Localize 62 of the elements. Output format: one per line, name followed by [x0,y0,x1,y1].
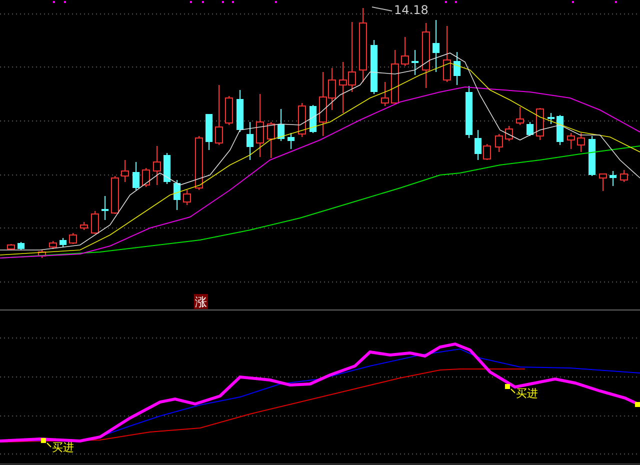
candlestick [310,104,316,134]
candlestick [111,176,119,214]
high-price-label: 14.18 [394,3,428,17]
candlestick [577,132,585,152]
candlestick [422,22,430,88]
candlestick [401,36,409,66]
candlestick [483,144,491,160]
buy-signal-label: 买进 [52,441,74,454]
candlestick [91,210,99,234]
candlestick [454,52,460,86]
candlestick [7,244,15,250]
candlestick [432,20,440,72]
candlestick [153,146,161,186]
candlestick [49,240,57,250]
candlestick [183,190,191,206]
candlestick [620,170,628,182]
candlestick [298,102,306,138]
candlestick [80,222,88,230]
candlestick [225,96,233,126]
candlestick [391,50,399,104]
candlestick [121,160,129,182]
rise-signal-label: 涨 [194,294,208,309]
candlestick [195,136,203,190]
candlestick [142,168,150,188]
candlestick [246,122,254,160]
candlestick [516,106,524,126]
candlestick [610,170,616,186]
candlestick [474,130,482,160]
candlestick [102,196,108,220]
candlestick [526,122,534,136]
candlestick [412,50,418,76]
signal-marker-icon [41,438,46,443]
candlestick [60,238,66,248]
signal-marker-icon [505,384,510,389]
candlestick [69,232,77,244]
candlestick [505,126,513,142]
candlestick [132,162,140,190]
leader-line [372,6,392,12]
candlestick [38,250,46,258]
candlestick [381,82,389,106]
candlestick [278,108,284,142]
candlestick [370,40,378,94]
signal-marker-icon [635,402,640,407]
candlestick [236,90,244,132]
candlestick [215,84,223,146]
candlestick [443,26,451,82]
candlestick [164,152,170,184]
candlestick [18,242,24,250]
candlestick [588,136,596,176]
buy-signal-label: 买进 [516,387,538,400]
candlestick [548,112,554,124]
candlestick [599,174,607,192]
candlestick [466,86,472,138]
candlestick [567,132,575,150]
candlestick [267,122,275,158]
candlestick [288,132,294,150]
candlestick [206,114,212,150]
candlestick [174,180,180,210]
candlestick [495,134,503,152]
candlestick [256,94,264,158]
candlestick [536,108,544,140]
candlestick [556,114,564,146]
